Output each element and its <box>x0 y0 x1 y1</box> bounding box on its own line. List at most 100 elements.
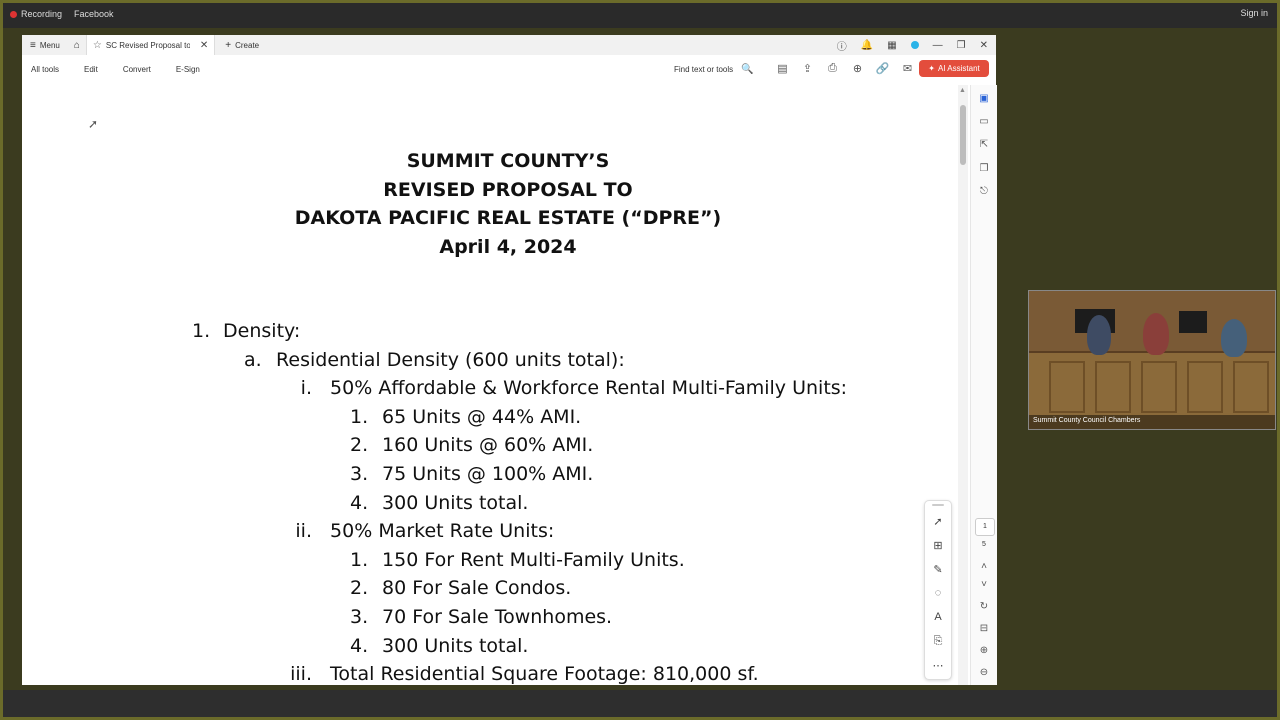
outline-item: 4. 300 Units total. <box>350 634 529 657</box>
scroll-up-icon[interactable]: ▲ <box>959 87 966 94</box>
page-up-icon[interactable]: ˄ <box>971 561 997 572</box>
bell-icon[interactable]: 🔔 <box>861 40 873 51</box>
vertical-scrollbar[interactable]: ▲ <box>958 85 968 685</box>
lasso-icon[interactable]: ◌ <box>925 587 951 599</box>
tab-bar: ≡ Menu ⌂ ☆ SC Revised Proposal to ... ✕ … <box>22 35 996 55</box>
menu-all-tools[interactable]: All tools <box>31 65 59 74</box>
plus-icon: + <box>225 39 232 51</box>
page-total: 5 <box>982 541 986 548</box>
select-cursor-icon[interactable]: ➚ <box>925 515 951 528</box>
menu-edit[interactable]: Edit <box>84 65 98 74</box>
title-line-4: April 4, 2024 <box>439 235 577 258</box>
floating-tools-panel: ➚ ⊞ ✎ ◌ A ⎘ ⋯ <box>924 500 952 680</box>
menu-label: Menu <box>39 40 60 50</box>
hamburger-icon: ≡ <box>30 39 36 51</box>
sign-in-link[interactable]: Sign in <box>1240 8 1268 18</box>
drag-handle[interactable] <box>932 504 944 506</box>
outline-item: i. 50% Affordable & Workforce Rental Mul… <box>300 377 848 400</box>
pdf-viewer-window: ≡ Menu ⌂ ☆ SC Revised Proposal to ... ✕ … <box>22 35 997 685</box>
comment-icon[interactable]: ▭ <box>971 116 997 127</box>
outline-item: 2. 80 For Sale Condos. <box>350 577 572 600</box>
help-icon[interactable]: ⓘ <box>837 38 847 53</box>
title-line-2: REVISED PROPOSAL TO <box>383 178 633 201</box>
outline-item: 3. 70 For Sale Townhomes. <box>350 606 613 628</box>
right-rail: ▣ ▭ ⇱ ❐ ⎋ 1 5 ˄ ˅ ↻ ⊟ ⊕ ⊖ <box>970 85 997 685</box>
outline-item: iii. Total Residential Square Footage: 8… <box>290 663 759 685</box>
tab-document-title: SC Revised Proposal to ... <box>105 40 190 50</box>
save-icon[interactable]: ▤ <box>770 62 795 75</box>
ai-assistant-button[interactable]: ✦ AI Assistant <box>919 60 989 77</box>
system-bar: Recording Facebook Sign in <box>0 0 1280 28</box>
print-icon[interactable]: ⎙ <box>820 62 845 75</box>
menu-button[interactable]: ≡ Menu <box>22 40 68 51</box>
fit-page-icon[interactable]: ⊟ <box>971 623 997 634</box>
zoom-search-icon[interactable]: ⊕ <box>845 62 870 75</box>
upload-icon[interactable]: ⇪ <box>795 62 820 75</box>
video-monitor <box>1179 311 1207 333</box>
desk-panel <box>1141 361 1177 413</box>
page-down-icon[interactable]: ˅ <box>971 579 997 590</box>
title-line-3: DAKOTA PACIFIC REAL ESTATE (“DPRE”) <box>294 207 722 229</box>
outline-item: a. Residential Density (600 units total)… <box>244 348 625 371</box>
ai-icon: ✦ <box>928 64 935 73</box>
calendar-edit-icon[interactable]: ▣ <box>971 93 997 104</box>
scrollbar-thumb[interactable] <box>960 105 966 165</box>
outline-item: 2. 160 Units @ 60% AMI. <box>350 434 594 457</box>
window-controls: ⓘ 🔔 ▦ — ❐ ✕ <box>823 35 988 55</box>
outline-item: 3. 75 Units @ 100% AMI. <box>350 463 594 485</box>
outline-item: 4. 300 Units total. <box>350 491 529 514</box>
facebook-link[interactable]: Facebook <box>74 9 114 19</box>
desk-panel <box>1233 361 1269 413</box>
stamp-icon[interactable]: ⎘ <box>925 635 951 648</box>
toolbar: All tools Edit Convert E-Sign Find text … <box>22 57 996 81</box>
zoom-in-icon[interactable]: ⊕ <box>971 645 997 656</box>
attachment-icon[interactable]: ⎋ <box>971 186 997 197</box>
recording-label: Recording <box>21 9 63 19</box>
outline-item: ii. 50% Market Rate Units: <box>295 520 555 543</box>
text-select-icon[interactable]: A <box>925 611 951 623</box>
menu-esign[interactable]: E-Sign <box>176 65 200 74</box>
create-button[interactable]: + Create <box>225 40 259 51</box>
pages-icon[interactable]: ❐ <box>971 163 997 174</box>
close-tab-icon[interactable]: ✕ <box>200 40 208 51</box>
tab-document[interactable]: ☆ SC Revised Proposal to ... ✕ <box>85 35 216 55</box>
link-icon[interactable]: 🔗 <box>870 62 895 75</box>
toolbar-icons: ▤ ⇪ ⎙ ⊕ 🔗 ✉ <box>770 62 920 75</box>
screen-bottom-bar <box>0 690 1280 720</box>
person-figure <box>1143 313 1169 355</box>
apps-icon[interactable]: ▦ <box>887 40 896 51</box>
desk-panel <box>1049 361 1085 413</box>
desk-panel <box>1095 361 1131 413</box>
refresh-icon[interactable]: ↻ <box>971 601 997 612</box>
more-icon[interactable]: ⋯ <box>925 659 951 672</box>
minimize-icon[interactable]: — <box>933 40 943 51</box>
document-title: SUMMIT COUNTY’S REVISED PROPOSAL TO DAKO… <box>22 147 958 261</box>
outline-item: 1. 150 For Rent Multi-Family Units. <box>350 548 685 571</box>
close-window-icon[interactable]: ✕ <box>980 40 988 51</box>
desk-panel <box>1187 361 1223 413</box>
mail-icon[interactable]: ✉ <box>895 62 920 75</box>
outline-item: 1. 65 Units @ 44% AMI. <box>350 405 582 428</box>
menu-convert[interactable]: Convert <box>123 65 151 74</box>
find-box[interactable]: Find text or tools 🔍 <box>674 64 754 75</box>
search-icon: 🔍 <box>741 64 754 75</box>
zoom-out-icon[interactable]: ⊖ <box>971 667 997 678</box>
person-figure <box>1221 319 1247 357</box>
page-number-input[interactable]: 1 <box>975 518 995 536</box>
mouse-pointer-icon: ➚ <box>88 117 99 131</box>
comment-add-icon[interactable]: ⊞ <box>925 539 951 552</box>
account-icon[interactable] <box>910 41 919 49</box>
ai-assistant-label: AI Assistant <box>937 64 980 73</box>
home-icon[interactable]: ⌂ <box>74 40 80 51</box>
title-line-1: SUMMIT COUNTY’S <box>406 150 610 172</box>
restore-icon[interactable]: ❐ <box>957 40 966 51</box>
pen-icon[interactable]: ✎ <box>925 563 951 576</box>
video-feed: Summit County Council Chambers <box>1028 290 1276 430</box>
document-page: ➚ SUMMIT COUNTY’S REVISED PROPOSAL TO DA… <box>22 85 958 685</box>
find-label: Find text or tools <box>674 65 734 74</box>
video-caption: Summit County Council Chambers <box>1033 417 1141 424</box>
export-icon[interactable]: ⇱ <box>971 139 997 150</box>
recording-icon <box>10 10 17 18</box>
outline-item: 1. Density: <box>192 320 301 342</box>
star-icon[interactable]: ☆ <box>93 40 102 51</box>
